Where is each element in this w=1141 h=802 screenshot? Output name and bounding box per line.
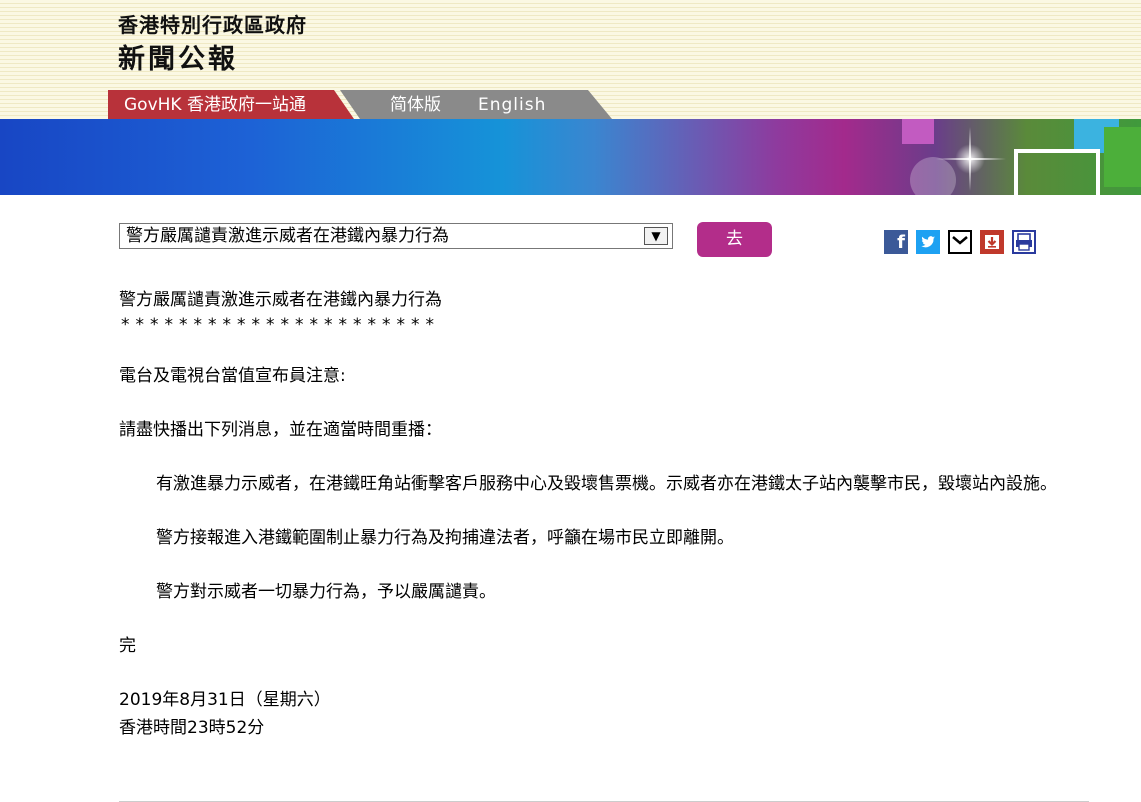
facebook-icon[interactable]: f xyxy=(884,230,908,254)
header: 香港特別行政區政府 新聞公報 GovHK 香港政府一站通 简体版 English xyxy=(0,0,1141,119)
chevron-down-icon[interactable]: ▼ xyxy=(644,227,668,245)
site-brand: 新聞公報 xyxy=(118,44,238,75)
headline-select-value: 警方嚴厲譴責激進示威者在港鐵內暴力行為 xyxy=(126,226,449,246)
org-name: 香港特別行政區政府 xyxy=(118,13,307,37)
banner-decoration xyxy=(1104,127,1141,187)
article-title: 警方嚴厲譴責激進示威者在港鐵內暴力行為 xyxy=(119,290,442,310)
banner-decoration xyxy=(1014,149,1100,195)
headline-select[interactable]: 警方嚴厲譴責激進示威者在港鐵內暴力行為 ▼ xyxy=(119,223,673,249)
banner-decoration xyxy=(902,119,934,144)
simplified-chinese-link[interactable]: 简体版 xyxy=(390,90,441,121)
article-paragraph: 警方對示威者一切暴力行為，予以嚴厲譴責。 xyxy=(156,582,496,602)
release-date: 2019年8月31日（星期六） xyxy=(119,690,331,710)
article-paragraph: 有激進暴力示威者，在港鐵旺角站衝擊客戶服務中心及毀壞售票機。示威者亦在港鐵太子站… xyxy=(156,474,1057,494)
language-tab-background xyxy=(340,90,612,119)
govhk-link[interactable]: GovHK 香港政府一站通 xyxy=(108,90,354,119)
download-icon[interactable] xyxy=(980,230,1004,254)
article-end-mark: 完 xyxy=(119,636,136,656)
sparkle-ray xyxy=(936,158,1006,160)
twitter-icon[interactable] xyxy=(916,230,940,254)
top-tabs: GovHK 香港政府一站通 简体版 English xyxy=(108,90,628,119)
broadcast-request: 請盡快播出下列消息，並在適當時間重播： xyxy=(119,420,442,440)
title-separator: ********************** xyxy=(121,315,440,335)
article-paragraph: 警方接報進入港鐵範圍制止暴力行為及拘捕違法者，呼籲在場市民立即離開。 xyxy=(156,528,734,548)
print-icon[interactable] xyxy=(1012,230,1036,254)
press-release-body: 警方嚴厲譴責激進示威者在港鐵內暴力行為 ********************… xyxy=(119,286,1089,742)
sparkle-ray xyxy=(969,127,971,191)
go-button[interactable]: 去 xyxy=(697,222,772,257)
english-link[interactable]: English xyxy=(478,90,546,121)
banner-image xyxy=(0,119,1141,195)
broadcast-notice: 電台及電視台當值宣布員注意: xyxy=(119,366,346,386)
email-icon[interactable] xyxy=(948,230,972,254)
release-time: 香港時間23時52分 xyxy=(119,718,265,738)
